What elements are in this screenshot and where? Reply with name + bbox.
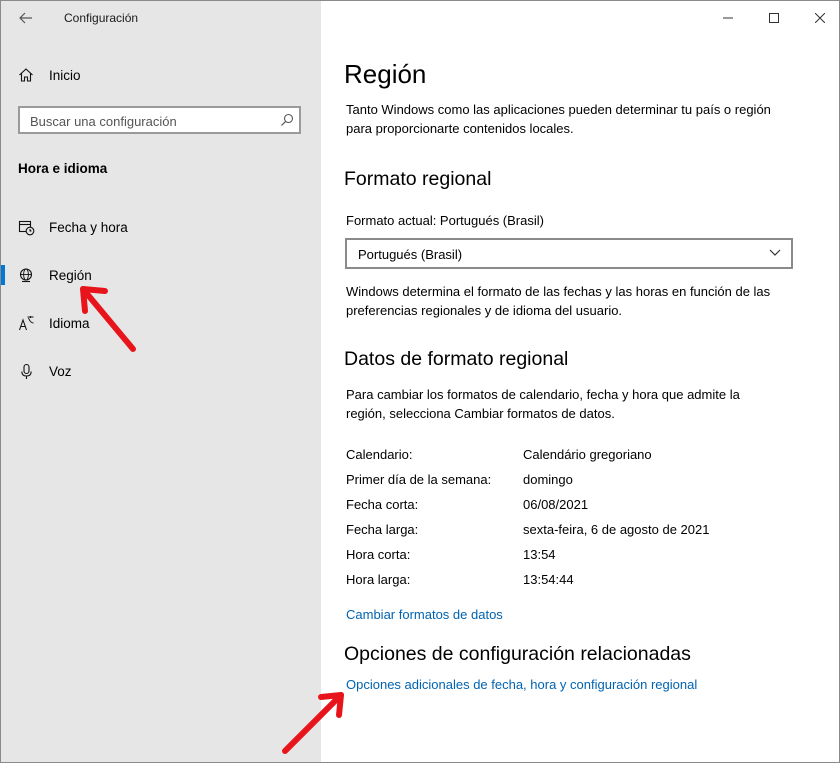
maximize-button[interactable] (751, 1, 797, 35)
intro-text: Tanto Windows como las aplicaciones pued… (346, 102, 771, 136)
format-key: Primer día de la semana: (346, 472, 492, 487)
sidebar-item-region[interactable]: Región (1, 255, 321, 295)
format-value: 13:54:44 (523, 572, 574, 587)
minimize-button[interactable] (705, 1, 751, 35)
format-data-heading: Datos de formato regional (344, 348, 569, 370)
calendar-clock-icon (17, 218, 35, 236)
home-icon (17, 66, 35, 84)
search-icon (281, 113, 294, 126)
sidebar-item-speech[interactable]: Voz (1, 351, 321, 391)
search-input[interactable]: Buscar una configuración (18, 106, 301, 134)
format-value: 06/08/2021 (523, 497, 589, 512)
format-data-description: Para cambiar los formatos de calendario,… (346, 387, 740, 421)
format-key: Hora larga: (346, 572, 411, 587)
additional-date-time-region-link[interactable]: Opciones adicionales de fecha, hora y co… (346, 677, 697, 692)
format-key: Fecha larga: (346, 522, 419, 537)
section-heading: Hora e idioma (18, 161, 108, 176)
format-value: sexta-feira, 6 de agosto de 2021 (523, 522, 710, 537)
sidebar-item-date-time[interactable]: Fecha y hora (1, 207, 321, 247)
sidebar-item-label: Región (49, 267, 92, 283)
microphone-icon (17, 362, 35, 380)
sidebar-item-label: Idioma (49, 315, 90, 331)
sidebar: Configuración Inicio Buscar una configur… (1, 1, 321, 762)
sidebar-item-home[interactable]: Inicio (1, 55, 321, 95)
format-value: 13:54 (523, 547, 556, 562)
format-value: Calendário gregoriano (523, 447, 652, 462)
sidebar-item-label: Fecha y hora (49, 219, 128, 235)
globe-icon (17, 266, 35, 284)
format-key: Hora corta: (346, 547, 411, 562)
window-title: Configuración (64, 11, 139, 25)
settings-window: Configuración Inicio Buscar una configur… (0, 0, 840, 763)
related-settings-heading: Opciones de configuración relacionadas (344, 643, 691, 665)
search-placeholder: Buscar una configuración (30, 114, 177, 129)
regional-format-heading: Formato regional (344, 168, 492, 190)
format-value: domingo (523, 472, 573, 487)
minimize-icon (723, 17, 733, 19)
sidebar-item-language[interactable]: Idioma (1, 303, 321, 343)
change-data-formats-link[interactable]: Cambiar formatos de datos (346, 607, 503, 622)
close-icon (815, 13, 825, 23)
current-format-label: Formato actual: Portugués (Brasil) (346, 213, 544, 228)
regional-format-description: Windows determina el formato de las fech… (346, 284, 771, 318)
maximize-icon (769, 13, 779, 23)
back-button[interactable] (11, 5, 41, 31)
regional-format-select[interactable]: Portugués (Brasil) (345, 238, 793, 269)
main-content: Región Tanto Windows como las aplicacion… (321, 1, 839, 762)
regional-format-value: Portugués (Brasil) (358, 247, 463, 262)
sidebar-item-label: Inicio (49, 67, 81, 83)
chevron-down-icon (769, 249, 781, 256)
close-button[interactable] (797, 1, 839, 35)
language-icon (17, 314, 35, 332)
sidebar-item-label: Voz (49, 363, 72, 379)
format-key: Calendario: (346, 447, 413, 462)
format-key: Fecha corta: (346, 497, 419, 512)
page-title: Región (344, 59, 427, 89)
back-arrow-icon (19, 12, 32, 24)
